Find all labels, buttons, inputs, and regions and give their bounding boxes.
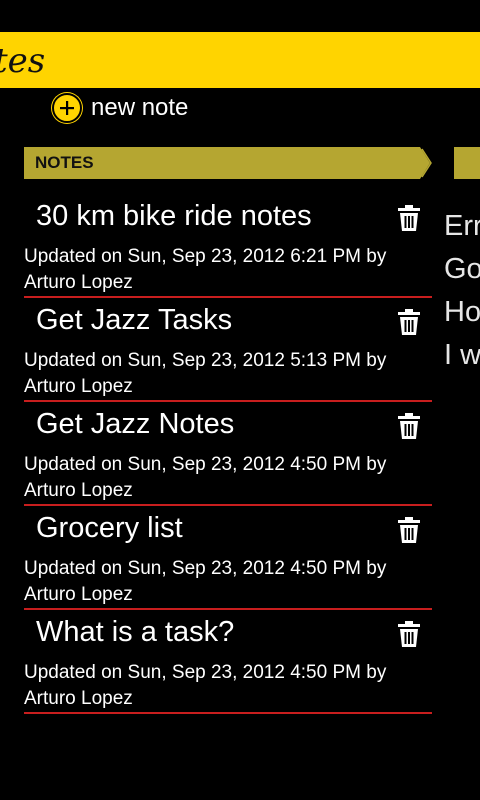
preview-line: Go bbox=[444, 253, 480, 285]
note-author: Arturo Lopez bbox=[24, 688, 133, 709]
note-updated-text: Updated on Sun, Sep 23, 2012 6:21 PM by bbox=[24, 246, 387, 267]
trash-icon[interactable] bbox=[398, 413, 420, 439]
note-title: Get Jazz Tasks bbox=[36, 304, 233, 336]
note-author: Arturo Lopez bbox=[24, 376, 133, 397]
note-divider bbox=[24, 400, 432, 402]
new-note-button[interactable]: new note bbox=[52, 92, 188, 124]
note-author: Arturo Lopez bbox=[24, 480, 133, 501]
note-item[interactable]: Get Jazz Tasks Updated on Sun, Sep 23, 2… bbox=[24, 302, 432, 406]
section-header-label: NOTES bbox=[35, 153, 94, 172]
note-item[interactable]: Grocery list Updated on Sun, Sep 23, 201… bbox=[24, 510, 432, 614]
note-meta: Updated on Sun, Sep 23, 2012 4:50 PM by … bbox=[24, 556, 432, 608]
note-updated-text: Updated on Sun, Sep 23, 2012 4:50 PM by bbox=[24, 454, 387, 475]
note-item[interactable]: 30 km bike ride notes Updated on Sun, Se… bbox=[24, 198, 432, 302]
next-section-header-peek bbox=[454, 147, 480, 179]
note-item[interactable]: Get Jazz Notes Updated on Sun, Sep 23, 2… bbox=[24, 406, 432, 510]
new-note-label: new note bbox=[91, 94, 189, 121]
plus-circle-icon bbox=[52, 93, 82, 123]
preview-line: Ho bbox=[444, 296, 480, 328]
next-panel-note-preview: Err Go Ho I w bbox=[444, 205, 480, 377]
note-author: Arturo Lopez bbox=[24, 584, 133, 605]
trash-icon[interactable] bbox=[398, 517, 420, 543]
note-meta: Updated on Sun, Sep 23, 2012 4:50 PM by … bbox=[24, 660, 432, 712]
app-screen: tes new note NOTES 30 km bike ride notes… bbox=[0, 0, 480, 800]
note-item[interactable]: What is a task? Updated on Sun, Sep 23, … bbox=[24, 614, 432, 718]
note-divider bbox=[24, 712, 432, 714]
note-updated-text: Updated on Sun, Sep 23, 2012 4:50 PM by bbox=[24, 662, 387, 683]
note-updated-text: Updated on Sun, Sep 23, 2012 5:13 PM by bbox=[24, 350, 387, 371]
note-author: Arturo Lopez bbox=[24, 272, 133, 293]
note-title: What is a task? bbox=[36, 616, 235, 648]
note-title: 30 km bike ride notes bbox=[36, 200, 312, 232]
trash-icon[interactable] bbox=[398, 309, 420, 335]
trash-icon[interactable] bbox=[398, 205, 420, 231]
preview-line: I w bbox=[444, 339, 480, 371]
app-title: tes bbox=[0, 41, 46, 81]
trash-icon[interactable] bbox=[398, 621, 420, 647]
note-meta: Updated on Sun, Sep 23, 2012 6:21 PM by … bbox=[24, 244, 432, 296]
note-title: Grocery list bbox=[36, 512, 183, 544]
notes-section-header: NOTES bbox=[24, 147, 432, 179]
preview-line: Err bbox=[444, 210, 480, 242]
note-divider bbox=[24, 296, 432, 298]
note-divider bbox=[24, 608, 432, 610]
note-meta: Updated on Sun, Sep 23, 2012 5:13 PM by … bbox=[24, 348, 432, 400]
app-title-bar: tes bbox=[0, 32, 480, 88]
note-meta: Updated on Sun, Sep 23, 2012 4:50 PM by … bbox=[24, 452, 432, 504]
note-updated-text: Updated on Sun, Sep 23, 2012 4:50 PM by bbox=[24, 558, 387, 579]
note-title: Get Jazz Notes bbox=[36, 408, 235, 440]
note-divider bbox=[24, 504, 432, 506]
